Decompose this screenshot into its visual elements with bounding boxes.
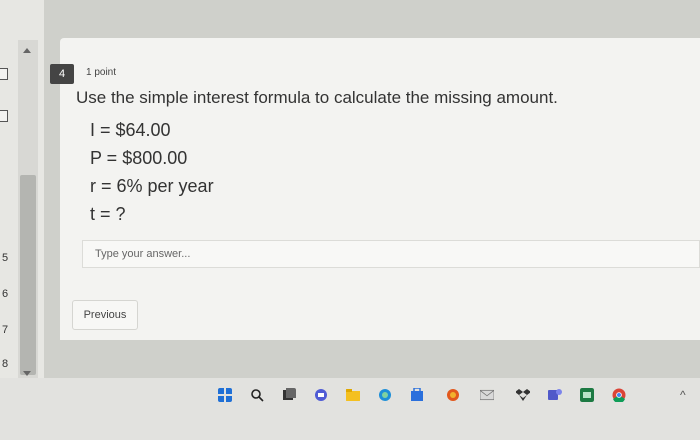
task-view-icon[interactable] bbox=[282, 388, 296, 402]
file-explorer-icon[interactable] bbox=[346, 388, 360, 402]
app-icon[interactable] bbox=[446, 388, 460, 402]
excel-icon[interactable] bbox=[580, 388, 594, 402]
nav-item-8[interactable]: 8 bbox=[2, 358, 8, 370]
nav-item-5[interactable]: 5 bbox=[2, 252, 8, 264]
scroll-thumb[interactable] bbox=[20, 175, 36, 375]
dropbox-icon[interactable] bbox=[516, 388, 530, 402]
question-points: 1 point bbox=[86, 67, 117, 78]
edge-icon[interactable] bbox=[378, 388, 392, 402]
given-principal: P = $800.00 bbox=[90, 148, 188, 168]
nav-scrollbar[interactable] bbox=[18, 40, 38, 378]
nav-checkbox[interactable] bbox=[0, 68, 8, 80]
chrome-icon[interactable] bbox=[612, 388, 626, 402]
search-icon[interactable] bbox=[250, 388, 264, 402]
store-icon[interactable] bbox=[410, 388, 424, 402]
question-navigator: 5 6 7 8 bbox=[0, 0, 44, 378]
scroll-down-arrow-icon[interactable] bbox=[23, 371, 31, 376]
chevron-up-icon[interactable]: ^ bbox=[680, 388, 686, 402]
nav-item-6[interactable]: 6 bbox=[2, 288, 8, 300]
windows-start-icon[interactable] bbox=[218, 388, 232, 402]
nav-checkbox[interactable] bbox=[0, 110, 8, 122]
previous-button[interactable]: Previous bbox=[72, 300, 138, 330]
answer-input[interactable] bbox=[82, 240, 700, 268]
question-prompt: Use the simple interest formula to calcu… bbox=[76, 88, 558, 107]
given-rate: r = 6% per year bbox=[90, 176, 214, 196]
unknown-time: t = ? bbox=[90, 204, 126, 224]
mail-icon[interactable] bbox=[480, 388, 494, 402]
chat-icon[interactable] bbox=[314, 388, 328, 402]
scroll-up-arrow-icon[interactable] bbox=[23, 48, 31, 53]
given-interest: I = $64.00 bbox=[90, 120, 171, 140]
teams-icon[interactable] bbox=[548, 388, 562, 402]
question-number-badge: 4 bbox=[50, 64, 74, 84]
nav-item-7[interactable]: 7 bbox=[2, 324, 8, 336]
